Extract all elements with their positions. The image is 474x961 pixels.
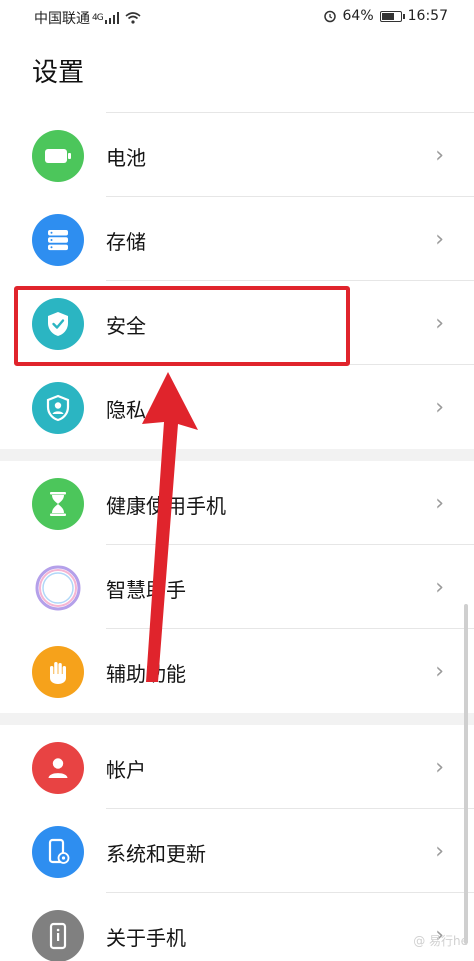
storage-icon	[32, 214, 84, 266]
settings-item-label: 电池	[106, 146, 146, 170]
clock: 16:57	[407, 8, 448, 24]
settings-item-digital-balance[interactable]: 健康使用手机 ›	[0, 461, 474, 545]
wifi-icon	[125, 12, 141, 24]
page-title: 设置	[32, 58, 85, 88]
settings-item-label: 帐户	[106, 758, 146, 782]
chevron-right-icon: ›	[435, 575, 444, 600]
watermark: @ 易行he	[413, 934, 468, 948]
about-phone-icon	[32, 910, 84, 961]
settings-list: 电池 › 存储 › 安全 › 隐私 › › 智慧助手 › 辅助功能 › 帐户 ›…	[0, 112, 474, 961]
settings-item-account[interactable]: 帐户 ›	[0, 725, 474, 809]
signal-icon	[104, 12, 119, 24]
settings-item-label: 关于手机	[106, 926, 186, 950]
settings-item-system-update[interactable]: 系统和更新 ›	[0, 809, 474, 893]
settings-item-about-phone[interactable]: 关于手机 ›	[0, 893, 474, 961]
status-bar: 中国联通 4G 64% 16:57	[0, 0, 474, 34]
chevron-right-icon: ›	[435, 755, 444, 780]
chevron-right-icon: ›	[435, 143, 444, 168]
chevron-right-icon: ›	[435, 227, 444, 252]
chevron-right-icon: ›	[435, 395, 444, 420]
chevron-right-icon: ›	[435, 311, 444, 336]
settings-item-battery[interactable]: 电池 ›	[0, 113, 474, 197]
alarm-icon	[323, 10, 336, 23]
scrollbar[interactable]	[464, 604, 468, 944]
settings-item-storage[interactable]: 存储 ›	[0, 197, 474, 281]
settings-item-privacy[interactable]: 隐私 ›	[0, 365, 474, 449]
battery-percent: 64%	[342, 8, 374, 24]
status-left: 中国联通 4G	[34, 8, 141, 28]
settings-item-accessibility[interactable]: 辅助功能 ›	[0, 629, 474, 713]
battery-status-icon	[379, 10, 405, 22]
network-type: 4G	[92, 13, 104, 23]
hand-icon	[32, 646, 84, 698]
chevron-right-icon: ›	[435, 491, 444, 516]
settings-item-label: 存储	[106, 230, 146, 254]
settings-item-smart-assistant[interactable]: 智慧助手 ›	[0, 545, 474, 629]
chevron-right-icon: ›	[435, 839, 444, 864]
hourglass-icon	[32, 478, 84, 530]
system-update-icon	[32, 826, 84, 878]
carrier-name: 中国联通	[34, 11, 90, 27]
assistant-icon	[32, 562, 84, 614]
highlight-box	[14, 286, 350, 366]
account-icon	[32, 742, 84, 794]
battery-icon	[32, 130, 84, 182]
red-arrow-annotation	[142, 372, 198, 682]
privacy-icon	[32, 382, 84, 434]
section-gap	[0, 449, 474, 461]
section-gap	[0, 713, 474, 725]
chevron-right-icon: ›	[435, 659, 444, 684]
settings-item-label: 系统和更新	[106, 842, 206, 866]
status-right: 64% 16:57	[323, 8, 448, 24]
